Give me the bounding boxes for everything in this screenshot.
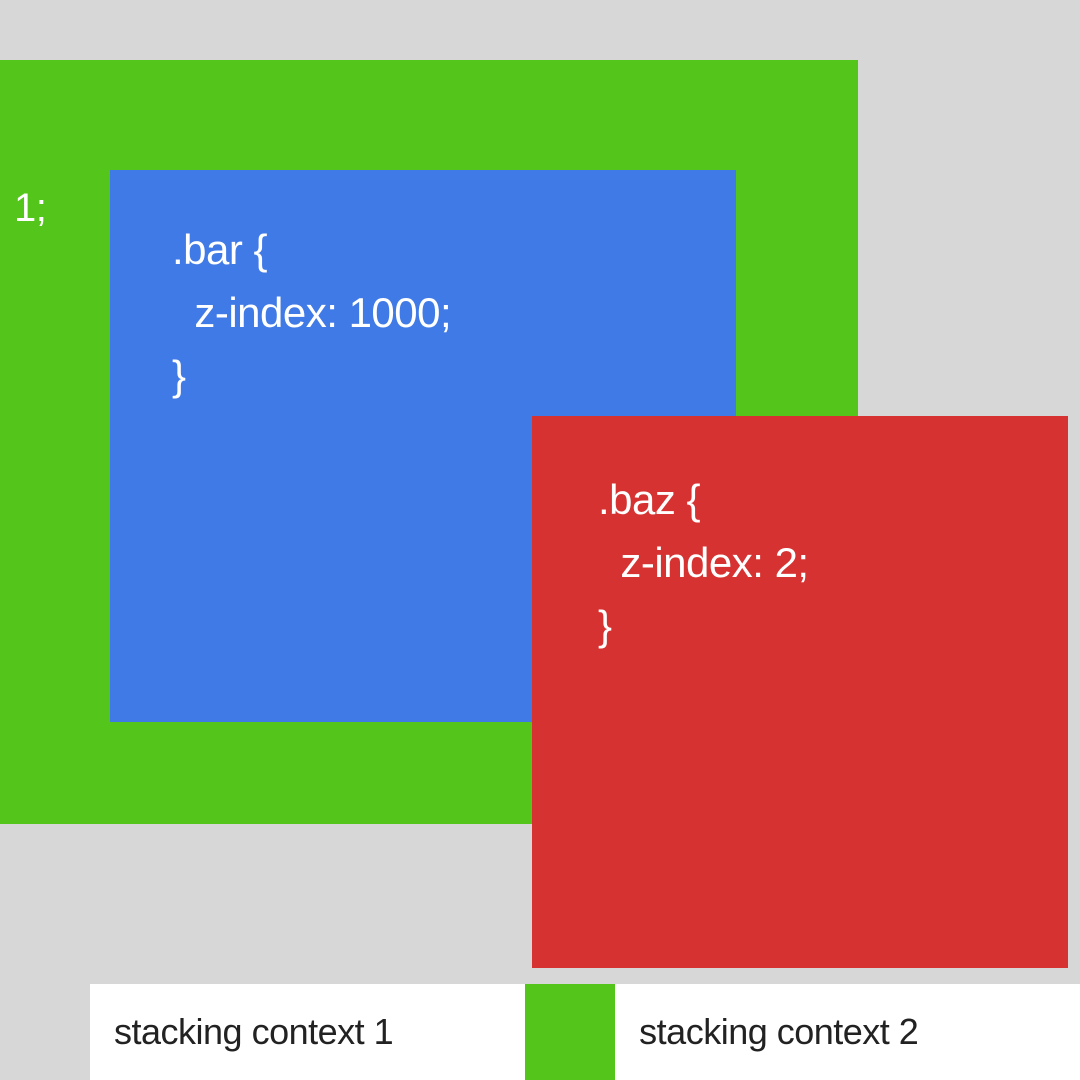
- legend-label-2: stacking context 2: [639, 1011, 918, 1053]
- green-label-text: 1;: [14, 186, 46, 231]
- legend-label-1: stacking context 1: [114, 1011, 393, 1053]
- legend-swatch-1: [0, 984, 90, 1080]
- legend-item-2: stacking context 2: [525, 984, 918, 1080]
- legend-item-1: stacking context 1: [0, 984, 393, 1080]
- legend-swatch-2: [525, 984, 615, 1080]
- blue-code-text: .bar { z-index: 1000; }: [172, 218, 451, 407]
- legend-bar: stacking context 1 stacking context 2: [0, 984, 1080, 1080]
- red-code-text: .baz { z-index: 2; }: [598, 468, 809, 657]
